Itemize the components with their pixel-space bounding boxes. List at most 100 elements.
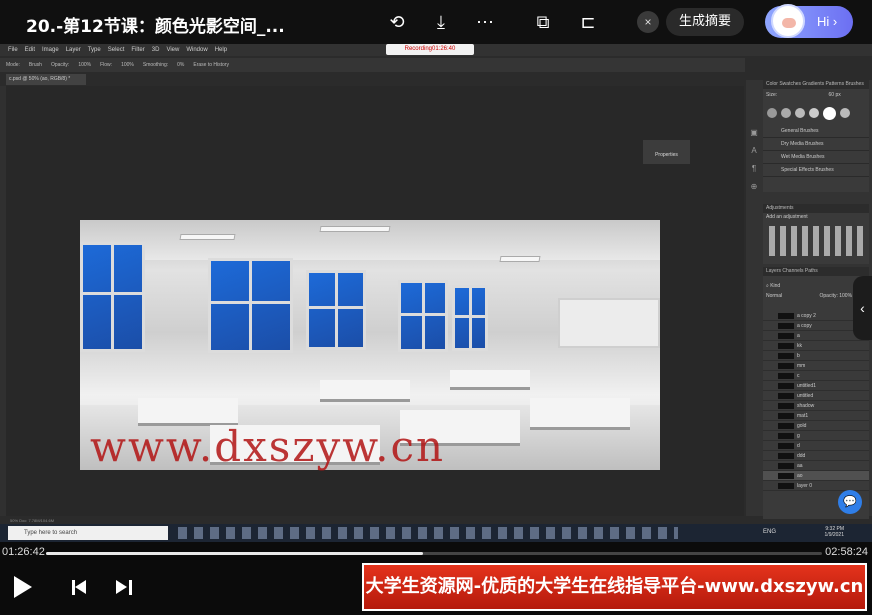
progress-track[interactable]: [46, 552, 822, 555]
ps-status-bar: 50% Doc: 7.78M/104.6M: [6, 517, 746, 524]
layers-panel-tabs[interactable]: Layers Channels Paths: [763, 267, 869, 276]
smoothing-value[interactable]: 0%: [177, 62, 184, 68]
mode-label: Mode:: [6, 62, 20, 68]
add-adjustment-label: Add an adjustment: [766, 214, 808, 220]
brush-group[interactable]: Special Effects Brushes: [763, 164, 869, 177]
ps-options-bar: Mode: Brush Opacity: 100% Flow: 100% Smo…: [0, 58, 745, 72]
window-pane: [398, 280, 448, 352]
layer-row[interactable]: mm: [763, 361, 869, 371]
previous-icon[interactable]: [72, 580, 88, 595]
layer-row[interactable]: g: [763, 431, 869, 441]
layer-row[interactable]: d: [763, 441, 869, 451]
erase-history-toggle[interactable]: Erase to History: [193, 62, 229, 68]
pip-icon[interactable]: ⊏: [576, 10, 600, 34]
assistant-button[interactable]: Hi ›: [765, 4, 853, 38]
layer-row[interactable]: untitled1: [763, 381, 869, 391]
menu-edit[interactable]: Edit: [25, 47, 35, 53]
menu-view[interactable]: View: [166, 47, 179, 53]
layer-row[interactable]: gold: [763, 421, 869, 431]
adjustments-panel: Adjustments Add an adjustment: [763, 204, 869, 264]
current-time: 01:26:42: [2, 546, 45, 558]
brush-group[interactable]: Wet Media Brushes: [763, 151, 869, 164]
taskbar-app-icons[interactable]: [178, 527, 678, 539]
windows-taskbar: Type here to search ENG 9:32 PM 1/9/2021: [0, 524, 872, 542]
layer-row[interactable]: ddd: [763, 451, 869, 461]
close-summary-button[interactable]: ×: [637, 11, 659, 33]
progress-fill: [46, 552, 424, 555]
layer-list: a copy 2a copy a kk b mm c untitled1 untitled sh…: [763, 311, 869, 491]
language-indicator[interactable]: ENG: [763, 529, 776, 535]
brush-group[interactable]: General Brushes: [763, 125, 869, 138]
screenshot-icon[interactable]: ⧉: [531, 10, 555, 34]
taskbar-clock[interactable]: 9:32 PM 1/9/2021: [825, 526, 844, 538]
chat-bubble-icon[interactable]: 💬: [838, 490, 862, 514]
player-controls: 01:26:42 02:58:24 大学生资源网-优质的大学生在线指导平台-ww…: [0, 542, 872, 615]
desk: [450, 370, 530, 390]
layer-row[interactable]: mat1: [763, 411, 869, 421]
flow-label: Flow:: [100, 62, 113, 68]
blackboard: [558, 298, 660, 348]
window-pane: [80, 242, 145, 352]
menu-3d[interactable]: 3D: [152, 47, 160, 53]
assistant-label: Hi: [817, 14, 830, 29]
layer-row[interactable]: ao: [763, 471, 869, 481]
opacity-field[interactable]: Opacity: 100%: [820, 293, 853, 299]
clock-date: 1/9/2021: [824, 532, 844, 538]
mode-value[interactable]: Brush: [29, 62, 42, 68]
ad-banner[interactable]: 大学生资源网-优质的大学生在线指导平台-www.dxszyw.cn: [362, 563, 867, 611]
video-title: 20.-第12节课：颜色光影空间_...: [26, 17, 285, 37]
brush-size-row: Size: 60 px: [763, 89, 869, 101]
layer-row[interactable]: b: [763, 351, 869, 361]
share-icon[interactable]: ⟲: [385, 10, 409, 34]
menu-layer[interactable]: Layer: [66, 47, 81, 53]
layer-row[interactable]: aa: [763, 461, 869, 471]
taskbar-search-input[interactable]: Type here to search: [8, 526, 168, 540]
adjustment-icons[interactable]: [769, 226, 863, 256]
size-value[interactable]: 60 px: [829, 92, 841, 98]
brushes-panel: Color Swatches Gradients Patterns Brushe…: [763, 80, 869, 192]
video-player-window: 20.-第12节课：颜色光影空间_... ⟲ ⤓ ⋯ ⧉ ⊏ × 生成摘要 Hi…: [0, 0, 872, 615]
next-icon[interactable]: [116, 580, 132, 595]
desk: [530, 398, 630, 430]
document-tab[interactable]: c.psd @ 50% (ao, RGB/8) *: [6, 74, 86, 85]
brush-group[interactable]: Dry Media Brushes: [763, 138, 869, 151]
adjustments-title[interactable]: Adjustments: [763, 204, 869, 213]
menu-image[interactable]: Image: [42, 47, 59, 53]
more-icon[interactable]: ⋯: [473, 10, 497, 34]
video-top-bar: 20.-第12节课：颜色光影空间_... ⟲ ⤓ ⋯ ⧉ ⊏ × 生成摘要 Hi…: [0, 0, 872, 44]
collapse-side-handle[interactable]: ‹: [853, 276, 872, 340]
menu-help[interactable]: Help: [215, 47, 227, 53]
ceiling-light: [179, 234, 236, 240]
menu-window[interactable]: Window: [186, 47, 207, 53]
ceiling-light: [319, 226, 391, 232]
ceiling-light: [499, 256, 541, 262]
menu-file[interactable]: File: [8, 47, 18, 53]
menu-type[interactable]: Type: [88, 47, 101, 53]
menu-filter[interactable]: Filter: [131, 47, 144, 53]
window-pane: [306, 270, 366, 350]
flow-value[interactable]: 100%: [121, 62, 134, 68]
layer-row[interactable]: shadow: [763, 401, 869, 411]
brush-presets[interactable]: [763, 101, 869, 125]
panel-icon-strip[interactable]: ▣ A ¶ ⊕: [747, 124, 761, 196]
download-icon[interactable]: ⤓: [429, 10, 453, 34]
desk: [320, 380, 410, 402]
size-label: Size:: [766, 92, 778, 98]
blend-mode-select[interactable]: Normal: [766, 293, 782, 299]
recording-badge: Recording01:26:40: [386, 44, 474, 55]
opacity-value[interactable]: 100%: [78, 62, 91, 68]
window-pane: [208, 258, 293, 353]
properties-panel[interactable]: Properties: [643, 140, 690, 164]
layer-row[interactable]: kk: [763, 341, 869, 351]
menu-select[interactable]: Select: [108, 47, 125, 53]
watermark-text: www.dxszyw.cn: [90, 422, 446, 471]
layer-row[interactable]: untitled: [763, 391, 869, 401]
opacity-label: Opacity:: [50, 62, 70, 68]
smoothing-label: Smoothing:: [142, 62, 169, 68]
brushes-panel-tabs[interactable]: Color Swatches Gradients Patterns Brushe…: [763, 80, 869, 89]
assistant-avatar: [771, 4, 805, 38]
play-icon[interactable]: [14, 576, 32, 598]
layer-row[interactable]: c: [763, 371, 869, 381]
generate-summary-button[interactable]: 生成摘要: [666, 8, 744, 36]
window-pane: [452, 285, 488, 351]
